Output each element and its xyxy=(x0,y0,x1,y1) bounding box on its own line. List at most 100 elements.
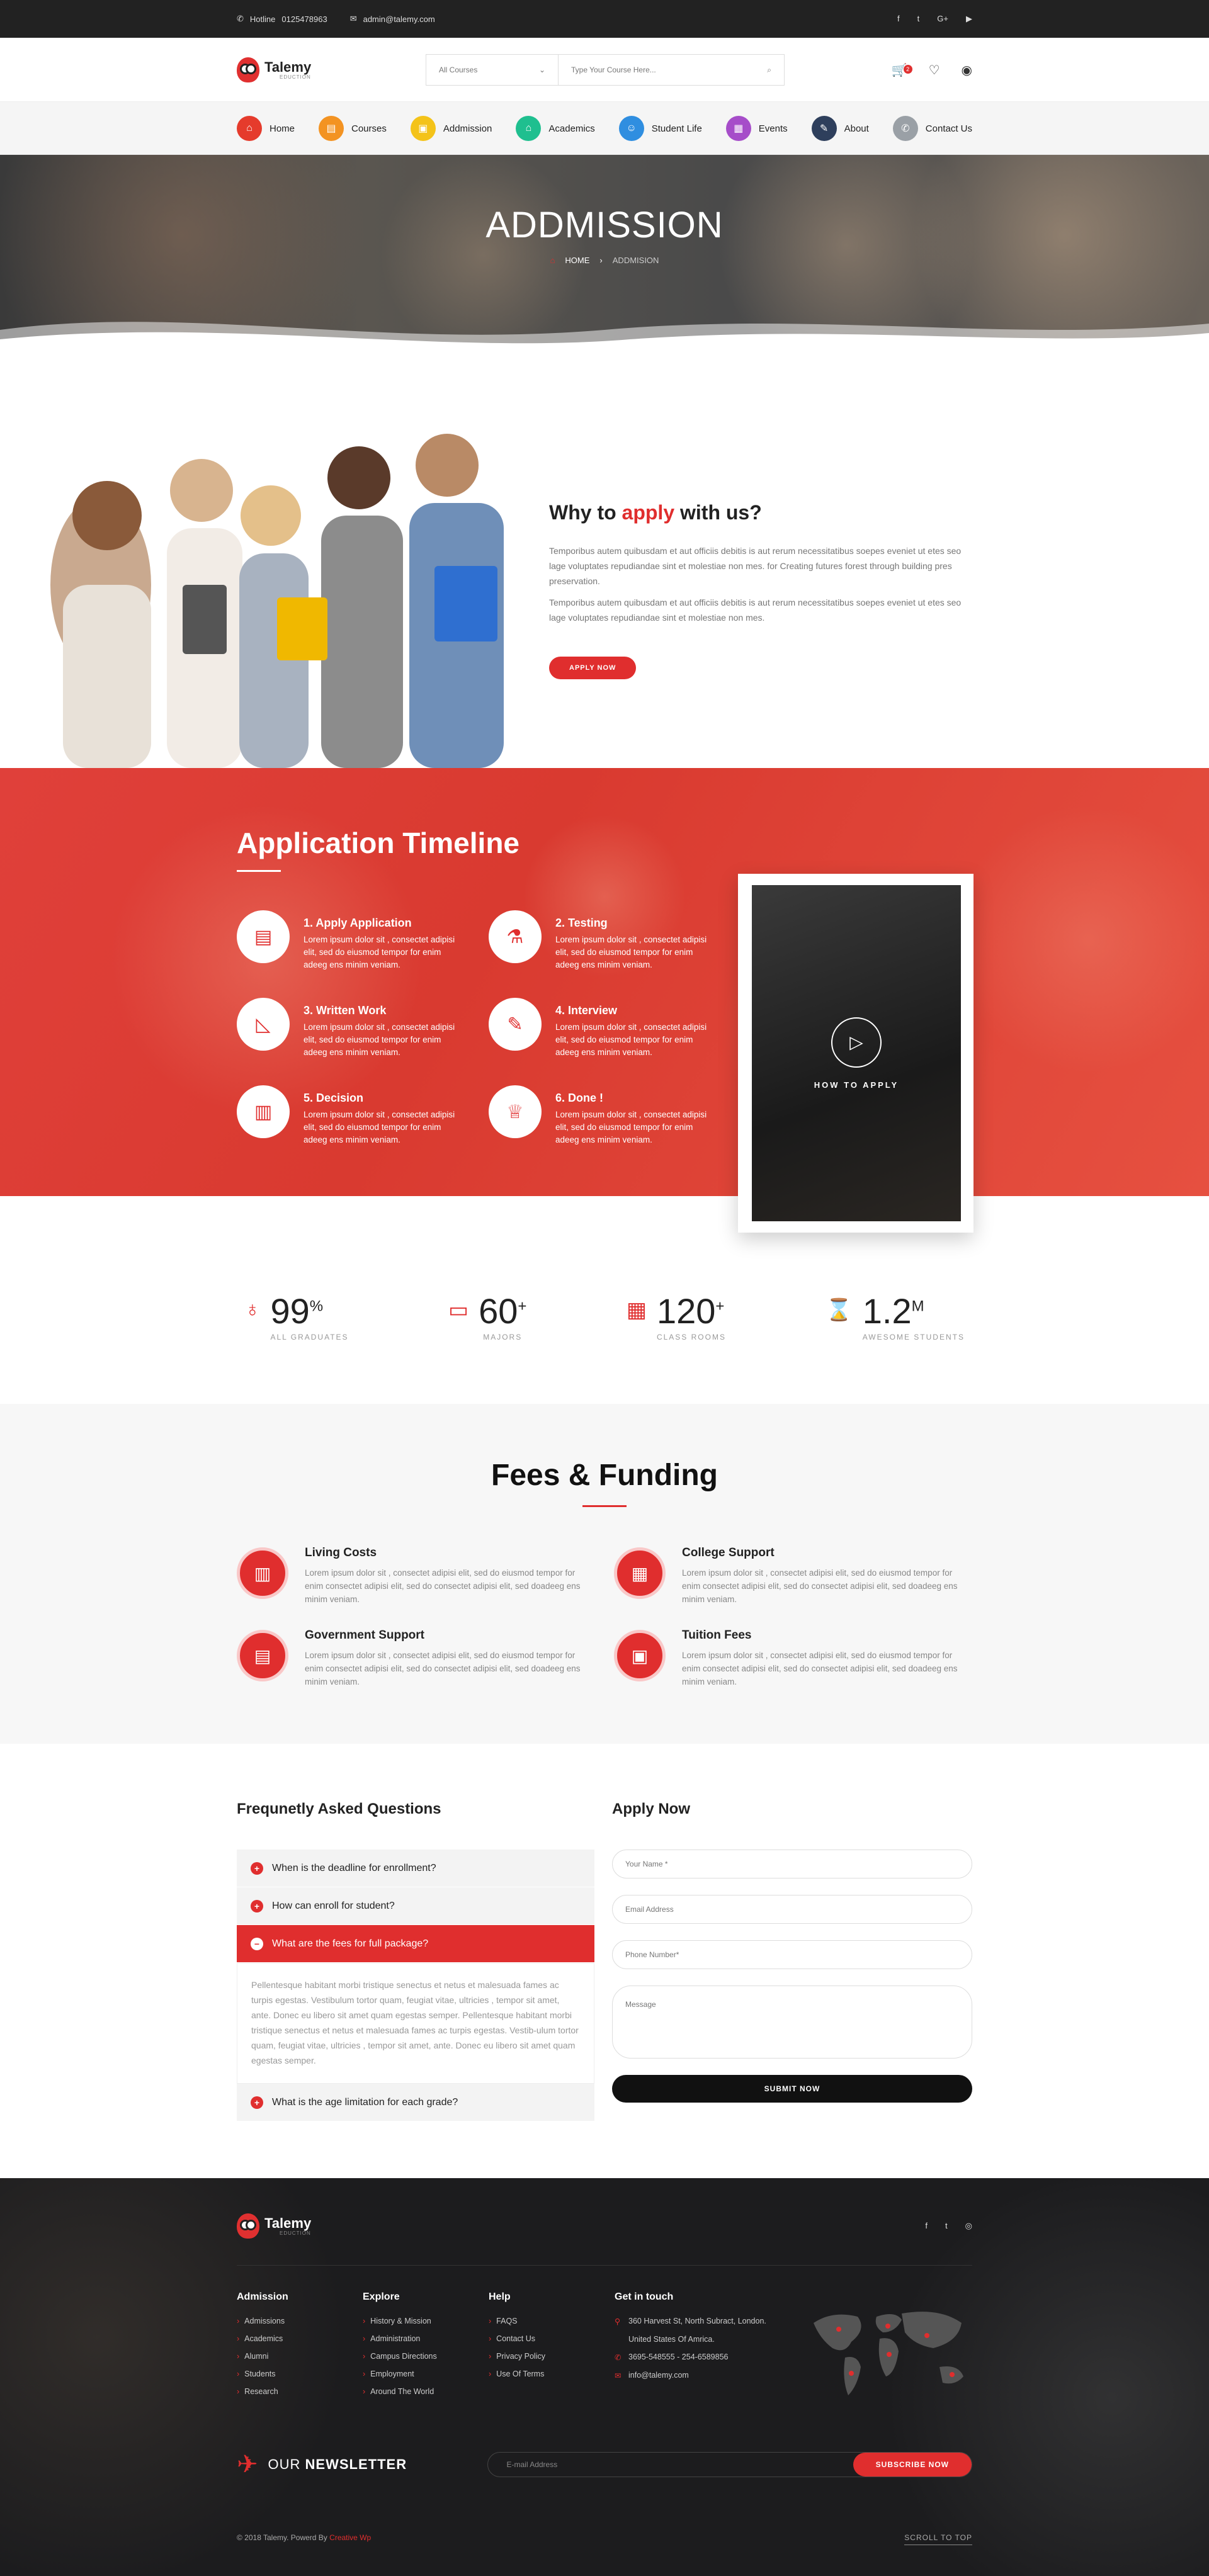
apply-now-button[interactable]: APPLY NOW xyxy=(549,657,637,679)
fee-title: Living Costs xyxy=(305,1546,377,1559)
footer-link[interactable]: › Privacy Policy xyxy=(489,2352,615,2361)
newsletter-email-input[interactable]: E-mail Address xyxy=(507,2460,558,2469)
logo-sub: EDUCTION xyxy=(280,74,311,80)
divider xyxy=(237,2265,972,2266)
paper-plane-icon: ✈ xyxy=(237,2451,258,2478)
footer-link[interactable]: › Administration xyxy=(363,2334,489,2343)
footer-link[interactable]: › Around The World xyxy=(363,2387,489,2396)
nav-label: Academics xyxy=(548,123,595,134)
footer-logo[interactable]: Talemy EDUCTION xyxy=(237,2213,426,2239)
google-plus-icon[interactable]: G+ xyxy=(937,14,948,24)
footer-col-title: Explore xyxy=(363,2291,400,2302)
facebook-icon[interactable]: f xyxy=(925,2221,928,2231)
hotline-number[interactable]: 0125478963 xyxy=(281,14,327,24)
faq-title: Frequnetly Asked Questions xyxy=(237,1800,441,1817)
fee-title: Government Support xyxy=(305,1629,425,1642)
step-text: Lorem ipsum dolor sit , consectet adipis… xyxy=(555,935,707,969)
title-underline xyxy=(582,1505,627,1507)
application-timeline-section: Application Timeline ▤ 1. Apply Applicati… xyxy=(0,768,1209,1233)
fee-item: ▦ College Support Lorem ipsum dolor sit , … xyxy=(614,1546,972,1606)
building-icon: ▥ xyxy=(237,1547,288,1599)
name-field[interactable]: Your Name * xyxy=(612,1850,972,1878)
faq-question[interactable]: + How can enroll for student? xyxy=(237,1887,594,1925)
breadcrumb-current: ADDMISION xyxy=(612,256,659,265)
timeline-step: ▥ 5. Decision Lorem ipsum dolor sit , cons… xyxy=(237,1085,463,1146)
step-text: Lorem ipsum dolor sit , consectet adipis… xyxy=(304,1022,455,1057)
nav-label: Home xyxy=(270,123,295,134)
nav-item-home[interactable]: ⌂ Home xyxy=(237,116,295,141)
logo[interactable]: Talemy EDUCTION xyxy=(237,57,426,82)
facebook-icon[interactable]: f xyxy=(897,14,900,24)
topbar-email[interactable]: ✉ admin@talemy.com xyxy=(350,14,435,24)
footer-link[interactable]: › Research xyxy=(237,2387,363,2396)
submit-button[interactable]: SUBMIT NOW xyxy=(612,2075,972,2103)
cart-icon[interactable]: 🛒 2 xyxy=(892,62,912,78)
search-input[interactable]: Type Your Course Here... ⌕ xyxy=(559,55,784,85)
nav-item-admission[interactable]: ▣ Addmission xyxy=(410,116,492,141)
nav-item-about[interactable]: ✎ About xyxy=(811,116,869,141)
footer-link[interactable]: › Contact Us xyxy=(489,2334,615,2343)
stat-classrooms: ▦ 120+ CLASS ROOMS xyxy=(626,1291,726,1342)
twitter-icon[interactable]: t xyxy=(917,14,920,24)
breadcrumb-home[interactable]: HOME xyxy=(565,256,589,265)
nav-label: Addmission xyxy=(443,123,492,134)
step-title: 4. Interview xyxy=(555,1004,618,1017)
faq-question[interactable]: + What is the age limitation for each gra… xyxy=(237,2084,594,2121)
faq-question[interactable]: + When is the deadline for enrollment? xyxy=(237,1850,594,1887)
nav-item-courses[interactable]: ▤ Courses xyxy=(319,116,387,141)
phone-field[interactable]: Phone Number* xyxy=(612,1940,972,1969)
stat-majors: ▭ 60+ MAJORS xyxy=(448,1291,527,1342)
twitter-icon[interactable]: t xyxy=(945,2221,948,2231)
search-icon[interactable]: ⌕ xyxy=(767,65,771,75)
faq-question-open[interactable]: − What are the fees for full package? xyxy=(237,1925,594,1963)
nav-item-academics[interactable]: ⌂ Academics xyxy=(516,116,595,141)
footer-email[interactable]: ✉ info@talemy.com xyxy=(615,2371,816,2380)
nav-label: Courses xyxy=(351,123,387,134)
youtube-icon[interactable]: ▶ xyxy=(966,14,972,24)
about-icon: ✎ xyxy=(811,116,837,141)
footer-link[interactable]: › FAQS xyxy=(489,2317,615,2325)
nav-item-student-life[interactable]: ☺ Student Life xyxy=(618,116,702,141)
nav-item-contact[interactable]: ✆ Contact Us xyxy=(892,116,972,141)
timeline-title: Application Timeline xyxy=(237,827,519,859)
header: Talemy EDUCTION All Courses ⌄ Type Your … xyxy=(0,38,1209,102)
stat-number: 60 xyxy=(479,1291,518,1331)
footer-link[interactable]: › Employment xyxy=(363,2370,489,2378)
footer-col-title: Admission xyxy=(237,2291,288,2302)
user-icon[interactable]: ◉ xyxy=(962,62,972,78)
course-select-value: All Courses xyxy=(439,65,478,74)
footer-col-explore: Explore › History & Mission › Administrati… xyxy=(363,2291,489,2405)
email-field[interactable]: Email Address xyxy=(612,1895,972,1924)
logo-name: Talemy xyxy=(264,59,312,75)
footer-link[interactable]: › Use Of Terms xyxy=(489,2370,615,2378)
timeline-step: ▤ 1. Apply Application Lorem ipsum dolor s… xyxy=(237,910,463,971)
footer-link[interactable]: › Alumni xyxy=(237,2352,363,2361)
why-title: Why to apply with us? xyxy=(549,501,762,524)
logo-sub: EDUCTION xyxy=(280,2230,311,2236)
play-icon[interactable]: ▷ xyxy=(831,1017,882,1068)
subscribe-button[interactable]: SUBSCRIBE NOW xyxy=(853,2453,972,2477)
owl-logo-icon xyxy=(237,2213,259,2239)
footer-link[interactable]: › Campus Directions xyxy=(363,2352,489,2361)
timeline-step: ♕ 6. Done ! Lorem ipsum dolor sit , consec… xyxy=(489,1085,715,1146)
scroll-to-top[interactable]: SCROLL TO TOP xyxy=(904,2533,972,2545)
video-card[interactable]: ▷ HOW TO APPLY xyxy=(738,874,973,1233)
plus-icon: + xyxy=(251,1899,263,1912)
footer-link[interactable]: › Admissions xyxy=(237,2317,363,2325)
footer-link[interactable]: › Students xyxy=(237,2370,363,2378)
nav-label: Contact Us xyxy=(925,123,972,134)
instagram-icon[interactable]: ◎ xyxy=(965,2221,972,2231)
email-link[interactable]: admin@talemy.com xyxy=(363,14,435,24)
hotline: ✆ Hotline 0125478963 xyxy=(237,14,327,24)
course-select[interactable]: All Courses ⌄ xyxy=(426,55,559,85)
heart-icon[interactable]: ♡ xyxy=(929,62,940,78)
fee-text: Lorem ipsum dolor sit , consectet adipis… xyxy=(682,1568,958,1604)
stat-label: MAJORS xyxy=(483,1333,523,1342)
footer-link[interactable]: › History & Mission xyxy=(363,2317,489,2325)
message-field[interactable]: Message xyxy=(612,1986,972,2059)
nav-item-events[interactable]: ▦ Events xyxy=(725,116,788,141)
stat-number: 99 xyxy=(270,1291,310,1331)
apply-title: Apply Now xyxy=(612,1800,690,1817)
credit-link[interactable]: Creative Wp xyxy=(329,2533,371,2542)
footer-link[interactable]: › Academics xyxy=(237,2334,363,2343)
